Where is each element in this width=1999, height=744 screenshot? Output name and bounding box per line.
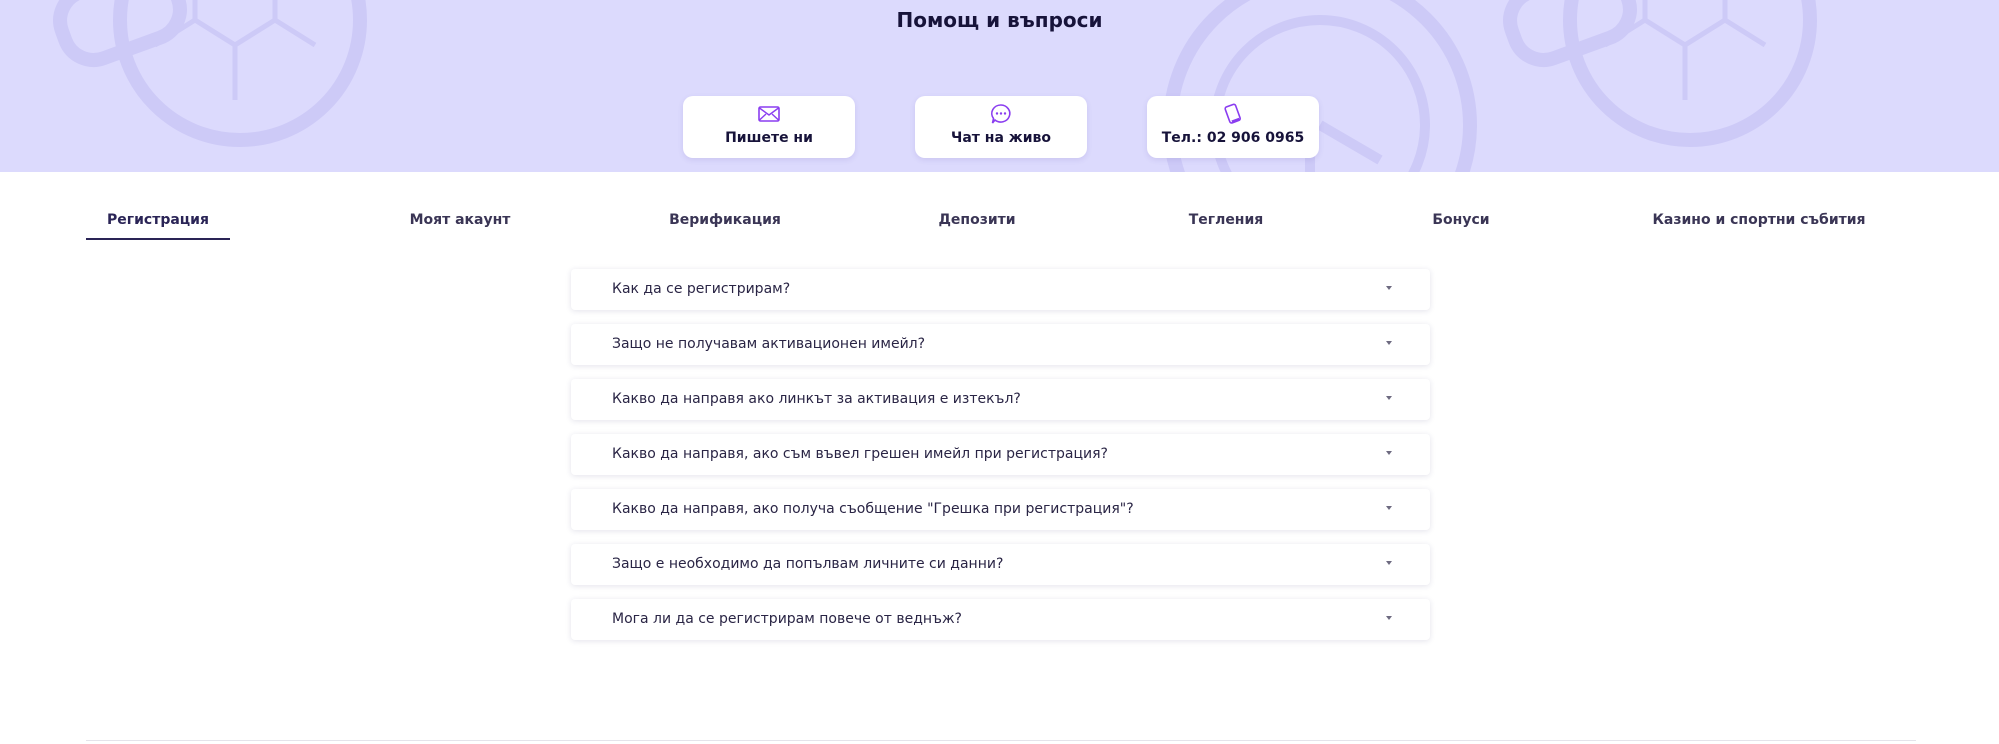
chevron-down-icon (1386, 451, 1392, 455)
faq-question: Защо е необходимо да попълвам личните си… (612, 556, 1004, 572)
faq-item[interactable]: Какво да направя, ако получа съобщение "… (571, 489, 1430, 530)
phone-button[interactable]: Тел.: 02 906 0965 (1147, 96, 1319, 158)
chevron-down-icon (1386, 286, 1392, 290)
category-tabs: Регистрация Моят акаунт Верификация Депо… (86, 202, 1916, 240)
faq-item[interactable]: Какво да направя, ако съм въвел грешен и… (571, 434, 1430, 475)
faq-question: Какво да направя, ако получа съобщение "… (612, 501, 1134, 517)
faq-question: Мога ли да се регистрирам повече от ведн… (612, 611, 962, 627)
chevron-down-icon (1386, 341, 1392, 345)
tab-bonuses[interactable]: Бонуси (1416, 202, 1506, 238)
tab-registration[interactable]: Регистрация (86, 202, 230, 240)
page-title: Помощ и въпроси (896, 8, 1103, 32)
phone-label: Тел.: 02 906 0965 (1161, 130, 1305, 146)
hero-banner: Помощ и въпроси Пишете ни Чат на живо Те… (0, 0, 1999, 172)
tab-casino-sports[interactable]: Казино и спортни събития (1639, 202, 1879, 238)
chevron-down-icon (1386, 561, 1392, 565)
chevron-down-icon (1386, 396, 1392, 400)
faq-item[interactable]: Мога ли да се регистрирам повече от ведн… (571, 599, 1430, 640)
chat-bubble-icon (990, 102, 1012, 126)
faq-question: Защо не получавам активационен имейл? (612, 336, 926, 352)
faq-item[interactable]: Защо е необходимо да попълвам личните си… (571, 544, 1430, 585)
faq-question: Какво да направя ако линкът за активация… (612, 391, 1021, 407)
envelope-icon (758, 102, 780, 126)
tab-deposits[interactable]: Депозити (922, 202, 1032, 238)
chevron-down-icon (1386, 616, 1392, 620)
live-chat-button[interactable]: Чат на живо (915, 96, 1087, 158)
faq-item[interactable]: Какво да направя ако линкът за активация… (571, 379, 1430, 420)
write-us-button[interactable]: Пишете ни (683, 96, 855, 158)
live-chat-label: Чат на живо (951, 130, 1051, 146)
divider (86, 740, 1916, 741)
chevron-down-icon (1386, 506, 1392, 510)
tab-my-account[interactable]: Моят акаунт (380, 202, 540, 238)
tab-withdrawals[interactable]: Тегления (1171, 202, 1281, 238)
faq-question: Какво да направя, ако съм въвел грешен и… (612, 446, 1108, 462)
tab-verification[interactable]: Верификация (650, 202, 800, 238)
phone-icon (1223, 102, 1243, 126)
faq-item[interactable]: Защо не получавам активационен имейл? (571, 324, 1430, 365)
write-us-label: Пишете ни (725, 130, 813, 146)
faq-item[interactable]: Как да се регистрирам? (571, 269, 1430, 310)
faq-list: Как да се регистрирам? Защо не получавам… (571, 269, 1430, 654)
faq-question: Как да се регистрирам? (612, 281, 791, 297)
